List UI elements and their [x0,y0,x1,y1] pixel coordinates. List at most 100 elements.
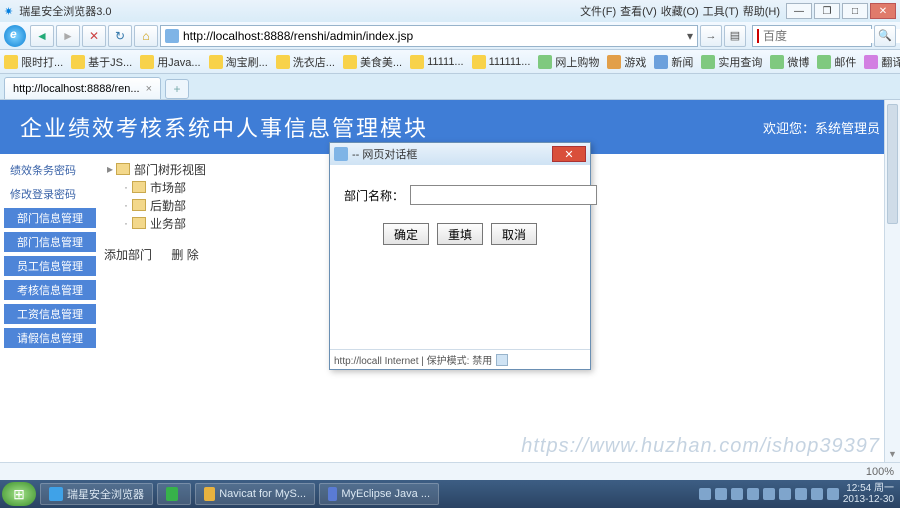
bookmark-icon [276,55,290,69]
sidebar-item[interactable]: 修改登录密码 [4,184,96,204]
scroll-thumb[interactable] [887,104,898,224]
menu-help[interactable]: 帮助(H) [743,3,780,19]
window-restore[interactable]: ❐ [814,3,840,19]
dialog-close-button[interactable]: ✕ [552,146,586,162]
window-close[interactable]: ✕ [870,3,896,19]
delete-department-link[interactable]: 删 除 [171,248,198,262]
quicklink-translate[interactable]: 翻译 [864,54,900,70]
nav-forward[interactable]: ► [56,25,80,47]
quicklink-mail[interactable]: 邮件 [817,54,856,70]
menu-view[interactable]: 查看(V) [620,3,657,19]
sidebar-item[interactable]: 考核信息管理 [4,280,96,300]
zone-icon [496,354,508,366]
window-max[interactable]: □ [842,3,868,19]
task-item[interactable]: MyEclipse Java ... [319,483,439,505]
scroll-down-icon[interactable]: ▼ [885,446,900,462]
browser-statusbar: 100% [0,462,900,480]
bookmark-item[interactable]: 洗衣店... [276,54,335,70]
welcome-text: 欢迎您：系统管理员 [763,118,880,137]
zoom-level[interactable]: 100% [866,466,894,478]
address-input[interactable] [183,29,687,43]
sidebar-item[interactable]: 请假信息管理 [4,328,96,348]
tray-icon[interactable] [827,488,839,500]
nav-go[interactable]: → [700,25,722,47]
expand-icon[interactable]: ▸ [104,162,116,176]
quicklink-shopping[interactable]: 网上购物 [538,54,599,70]
tray-icon[interactable] [747,488,759,500]
bookmark-icon [71,55,85,69]
task-item[interactable]: Navicat for MyS... [195,483,315,505]
nav-extra-1[interactable]: ▤ [724,25,746,47]
reset-button[interactable]: 重填 [437,223,483,245]
quicklink-search[interactable]: 实用查询 [701,54,762,70]
browser-navbar: ◄ ► ✕ ↻ ⌂ ▾ → ▤ 🔍 [0,22,900,50]
department-tree: ▸ 部门树形视图 ·市场部 ·后勤部 ·业务部 添加部门 删 除 [100,154,310,496]
task-item[interactable]: 瑞星安全浏览器 [40,483,153,505]
tray-icon[interactable] [811,488,823,500]
bookmark-item[interactable]: 11111... [410,55,464,69]
quicklink-weibo[interactable]: 微博 [770,54,809,70]
new-tab-button[interactable]: + [165,79,189,99]
address-bar[interactable]: ▾ [160,25,698,47]
bookmark-item[interactable]: 用Java... [140,54,200,70]
start-button[interactable]: ⊞ [2,482,36,506]
game-icon [607,55,621,69]
vertical-scrollbar[interactable]: ▲ ▼ [884,100,900,462]
quicklink-game[interactable]: 游戏 [607,54,646,70]
clock-time: 12:54 周一 [843,483,894,494]
nav-stop[interactable]: ✕ [82,25,106,47]
tree-node[interactable]: ·市场部 [104,178,306,196]
window-titlebar: ✷ 瑞星安全浏览器3.0 文件(F) 查看(V) 收藏(O) 工具(T) 帮助(… [0,0,900,22]
task-item[interactable] [157,483,191,505]
sidebar-item[interactable]: 绩效条务密码 [4,160,96,180]
tree-root[interactable]: ▸ 部门树形视图 [104,160,306,178]
taskbar-clock[interactable]: 12:54 周一 2013-12-30 [843,483,894,505]
translate-icon [864,55,878,69]
nav-back[interactable]: ◄ [30,25,54,47]
sidebar-item[interactable]: 员工信息管理 [4,256,96,276]
cart-icon [538,55,552,69]
bookmark-item[interactable]: 限时打... [4,54,63,70]
menu-tools[interactable]: 工具(T) [703,3,739,19]
browser-tab[interactable]: http://localhost:8888/ren... × [4,77,161,99]
window-min[interactable]: — [786,3,812,19]
tab-close-icon[interactable]: × [146,83,152,95]
dept-name-input[interactable] [410,185,597,205]
address-dropdown-icon[interactable]: ▾ [687,29,693,43]
news-icon [654,55,668,69]
folder-icon [132,217,146,229]
tray-icon[interactable] [779,488,791,500]
tree-node[interactable]: ·后勤部 [104,196,306,214]
bookmark-item[interactable]: 美食美... [343,54,402,70]
bookmark-icon [472,55,486,69]
nav-reload[interactable]: ↻ [108,25,132,47]
search-go[interactable]: 🔍 [874,25,896,47]
bookmark-item[interactable]: 111111... [472,55,531,69]
cancel-button[interactable]: 取消 [491,223,537,245]
baidu-icon [757,29,759,43]
menu-fav[interactable]: 收藏(O) [661,3,699,19]
bookmark-item[interactable]: 淘宝刷... [209,54,268,70]
nav-home[interactable]: ⌂ [134,25,158,47]
sidebar-nav: 绩效条务密码 修改登录密码 部门信息管理 部门信息管理 员工信息管理 考核信息管… [0,154,100,496]
tray-icon[interactable] [731,488,743,500]
tray-icon[interactable] [699,488,711,500]
quicklink-news[interactable]: 新闻 [654,54,693,70]
eclipse-icon [328,487,337,501]
folder-icon [116,163,130,175]
tree-node[interactable]: ·业务部 [104,214,306,232]
dialog-titlebar[interactable]: -- 网页对话框 ✕ [330,143,590,165]
bookmark-item[interactable]: 基于JS... [71,54,132,70]
tray-icon[interactable] [763,488,775,500]
ok-button[interactable]: 确定 [383,223,429,245]
search-box[interactable] [752,25,872,47]
sidebar-item[interactable]: 部门信息管理 [4,208,96,228]
tray-icon[interactable] [795,488,807,500]
add-department-link[interactable]: 添加部门 [104,248,152,262]
menu-file[interactable]: 文件(F) [580,3,616,19]
dialog-title: -- 网页对话框 [352,146,417,162]
tray-icon[interactable] [715,488,727,500]
sidebar-item[interactable]: 部门信息管理 [4,232,96,252]
sidebar-item[interactable]: 工资信息管理 [4,304,96,324]
system-tray[interactable]: 12:54 周一 2013-12-30 [699,483,898,505]
